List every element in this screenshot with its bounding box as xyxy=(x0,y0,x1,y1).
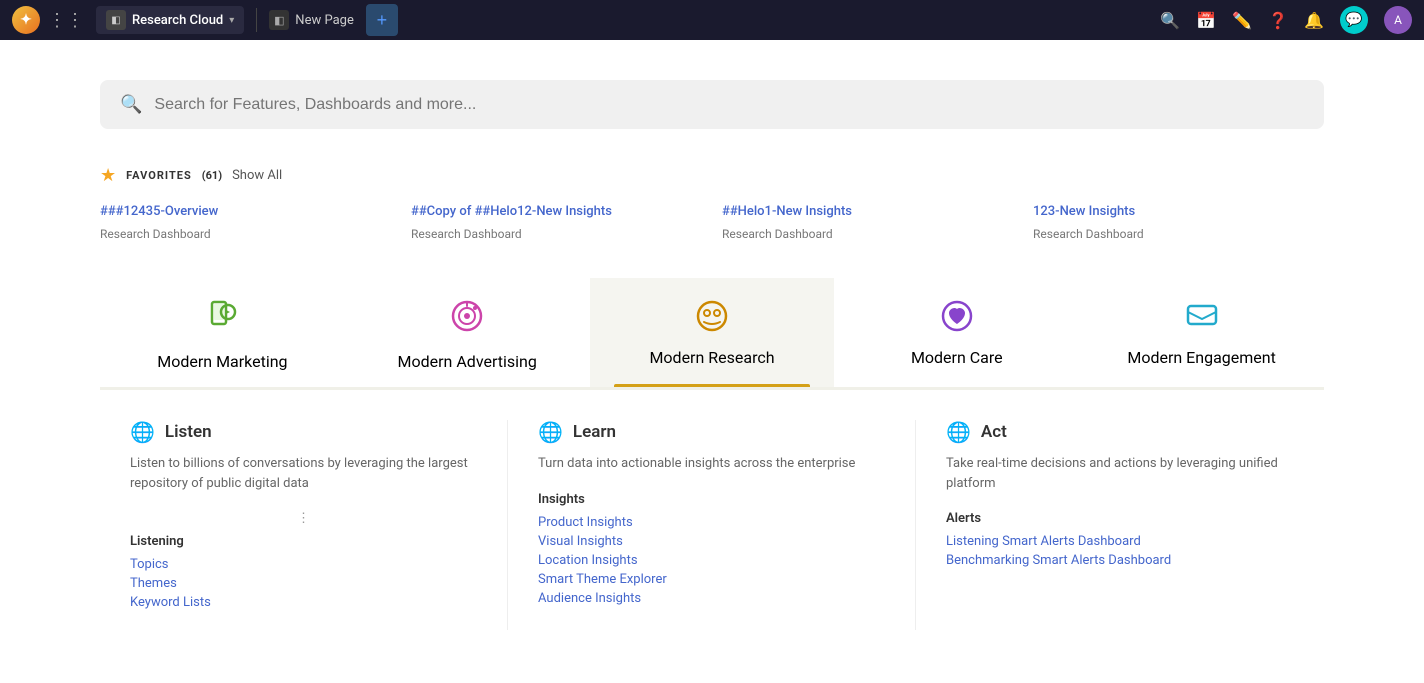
tab-label-modern-engagement: Modern Engagement xyxy=(1127,348,1276,367)
favorite-item: ###12435-Overview Research Dashboard xyxy=(100,204,391,242)
favorites-count: (61) xyxy=(202,169,222,182)
benchmarking-smart-alerts-link[interactable]: Benchmarking Smart Alerts Dashboard xyxy=(946,553,1294,568)
modern-advertising-icon xyxy=(449,298,485,342)
add-tab-button[interactable]: + xyxy=(366,4,398,36)
tab-modern-advertising[interactable]: Modern Advertising xyxy=(345,278,590,387)
app-logo[interactable]: ✦ xyxy=(12,6,40,34)
favorite-item: ##Copy of ##Helo12-New Insights Research… xyxy=(411,204,702,242)
tab-modern-engagement[interactable]: Modern Engagement xyxy=(1079,278,1324,387)
themes-link[interactable]: Themes xyxy=(130,576,477,591)
favorites-star-icon: ★ xyxy=(100,165,116,186)
modern-research-content: 🌐 Listen Listen to billions of conversat… xyxy=(100,387,1324,630)
search-icon[interactable]: 🔍 xyxy=(1160,11,1180,30)
listen-title: Listen xyxy=(165,422,212,442)
favorite-type-3: Research Dashboard xyxy=(722,227,833,241)
listening-smart-alerts-link[interactable]: Listening Smart Alerts Dashboard xyxy=(946,534,1294,549)
favorite-link-4[interactable]: 123-New Insights xyxy=(1033,204,1324,219)
brand-chevron-icon: ▾ xyxy=(229,15,234,26)
act-section-label: Alerts xyxy=(946,511,1294,526)
edit-icon[interactable]: ✏️ xyxy=(1232,11,1252,30)
favorite-type-2: Research Dashboard xyxy=(411,227,522,241)
tab-modern-care[interactable]: Modern Care xyxy=(834,278,1079,387)
help-icon[interactable]: ❓ xyxy=(1268,11,1288,30)
tab-label-modern-research: Modern Research xyxy=(649,348,774,367)
keyword-lists-link[interactable]: Keyword Lists xyxy=(130,595,477,610)
favorite-link-2[interactable]: ##Copy of ##Helo12-New Insights xyxy=(411,204,702,219)
brand-icon: ◧ xyxy=(106,10,126,30)
learn-column: 🌐 Learn Turn data into actionable insigh… xyxy=(508,420,916,630)
listen-header: 🌐 Listen xyxy=(130,420,477,444)
product-tabs: Modern Marketing Modern Advertising Mode… xyxy=(100,278,1324,630)
act-column: 🌐 Act Take real-time decisions and actio… xyxy=(916,420,1324,630)
audience-insights-link[interactable]: Audience Insights xyxy=(538,591,885,606)
search-bar-icon: 🔍 xyxy=(120,94,142,115)
modern-research-icon xyxy=(694,298,730,338)
listen-description: Listen to billions of conversations by l… xyxy=(130,454,477,493)
learn-header: 🌐 Learn xyxy=(538,420,885,444)
bell-icon[interactable]: 🔔 xyxy=(1304,11,1324,30)
new-page-label: New Page xyxy=(295,13,354,28)
favorite-link-1[interactable]: ###12435-Overview xyxy=(100,204,391,219)
visual-insights-link[interactable]: Visual Insights xyxy=(538,534,885,549)
listen-icon: 🌐 xyxy=(130,420,155,444)
main-content: 🔍 ★ FAVORITES (61) Show All ###12435-Ove… xyxy=(0,40,1424,683)
new-page-icon: ◧ xyxy=(269,10,289,30)
calendar-icon[interactable]: 📅 xyxy=(1196,11,1216,30)
avatar[interactable]: A xyxy=(1384,6,1412,34)
tab-modern-marketing[interactable]: Modern Marketing xyxy=(100,278,345,387)
favorites-show-all-link[interactable]: Show All xyxy=(232,168,282,183)
chat-icon[interactable]: 💬 xyxy=(1340,6,1368,34)
product-insights-link[interactable]: Product Insights xyxy=(538,515,885,530)
search-bar[interactable]: 🔍 xyxy=(100,80,1324,129)
search-input[interactable] xyxy=(154,96,1304,114)
topics-link[interactable]: Topics xyxy=(130,557,477,572)
listen-column: 🌐 Listen Listen to billions of conversat… xyxy=(100,420,508,630)
location-insights-link[interactable]: Location Insights xyxy=(538,553,885,568)
learn-icon: 🌐 xyxy=(538,420,563,444)
favorite-item: 123-New Insights Research Dashboard xyxy=(1033,204,1324,242)
favorites-grid: ###12435-Overview Research Dashboard ##C… xyxy=(100,204,1324,242)
act-icon: 🌐 xyxy=(946,420,971,444)
tab-modern-research[interactable]: Modern Research xyxy=(590,278,835,387)
favorite-type-1: Research Dashboard xyxy=(100,227,211,241)
tab-label-modern-care: Modern Care xyxy=(911,348,1003,367)
learn-description: Turn data into actionable insights acros… xyxy=(538,454,885,474)
act-description: Take real-time decisions and actions by … xyxy=(946,454,1294,493)
tab-label-modern-advertising: Modern Advertising xyxy=(398,352,537,371)
grid-icon[interactable]: ⋮⋮ xyxy=(48,10,84,31)
favorites-section: ★ FAVORITES (61) Show All ###12435-Overv… xyxy=(100,165,1324,242)
modern-care-icon xyxy=(939,298,975,338)
tab-label-modern-marketing: Modern Marketing xyxy=(157,352,287,371)
nav-icon-group: 🔍 📅 ✏️ ❓ 🔔 💬 A xyxy=(1160,6,1412,34)
tabs-bar: Modern Marketing Modern Advertising Mode… xyxy=(100,278,1324,387)
favorites-title: FAVORITES xyxy=(126,169,192,182)
top-navigation: ✦ ⋮⋮ ◧ Research Cloud ▾ ◧ New Page + 🔍 📅… xyxy=(0,0,1424,40)
new-page-button[interactable]: ◧ New Page xyxy=(269,10,354,30)
modern-marketing-icon xyxy=(204,298,240,342)
listen-section-label: Listening xyxy=(130,534,477,549)
learn-links: Product Insights Visual Insights Locatio… xyxy=(538,515,885,606)
modern-engagement-icon xyxy=(1184,298,1220,338)
act-title: Act xyxy=(981,422,1007,442)
act-header: 🌐 Act xyxy=(946,420,1294,444)
learn-section-label: Insights xyxy=(538,492,885,507)
favorite-link-3[interactable]: ##Helo1-New Insights xyxy=(722,204,1013,219)
favorite-item: ##Helo1-New Insights Research Dashboard xyxy=(722,204,1013,242)
learn-title: Learn xyxy=(573,422,616,442)
brand-dropdown[interactable]: ◧ Research Cloud ▾ xyxy=(96,6,244,34)
listen-separator: ⋮ xyxy=(130,511,477,526)
act-links: Listening Smart Alerts Dashboard Benchma… xyxy=(946,534,1294,568)
favorite-type-4: Research Dashboard xyxy=(1033,227,1144,241)
favorites-header: ★ FAVORITES (61) Show All xyxy=(100,165,1324,186)
brand-name: Research Cloud xyxy=(132,13,223,28)
smart-theme-explorer-link[interactable]: Smart Theme Explorer xyxy=(538,572,885,587)
nav-divider xyxy=(256,8,257,32)
listen-links: Topics Themes Keyword Lists xyxy=(130,557,477,610)
